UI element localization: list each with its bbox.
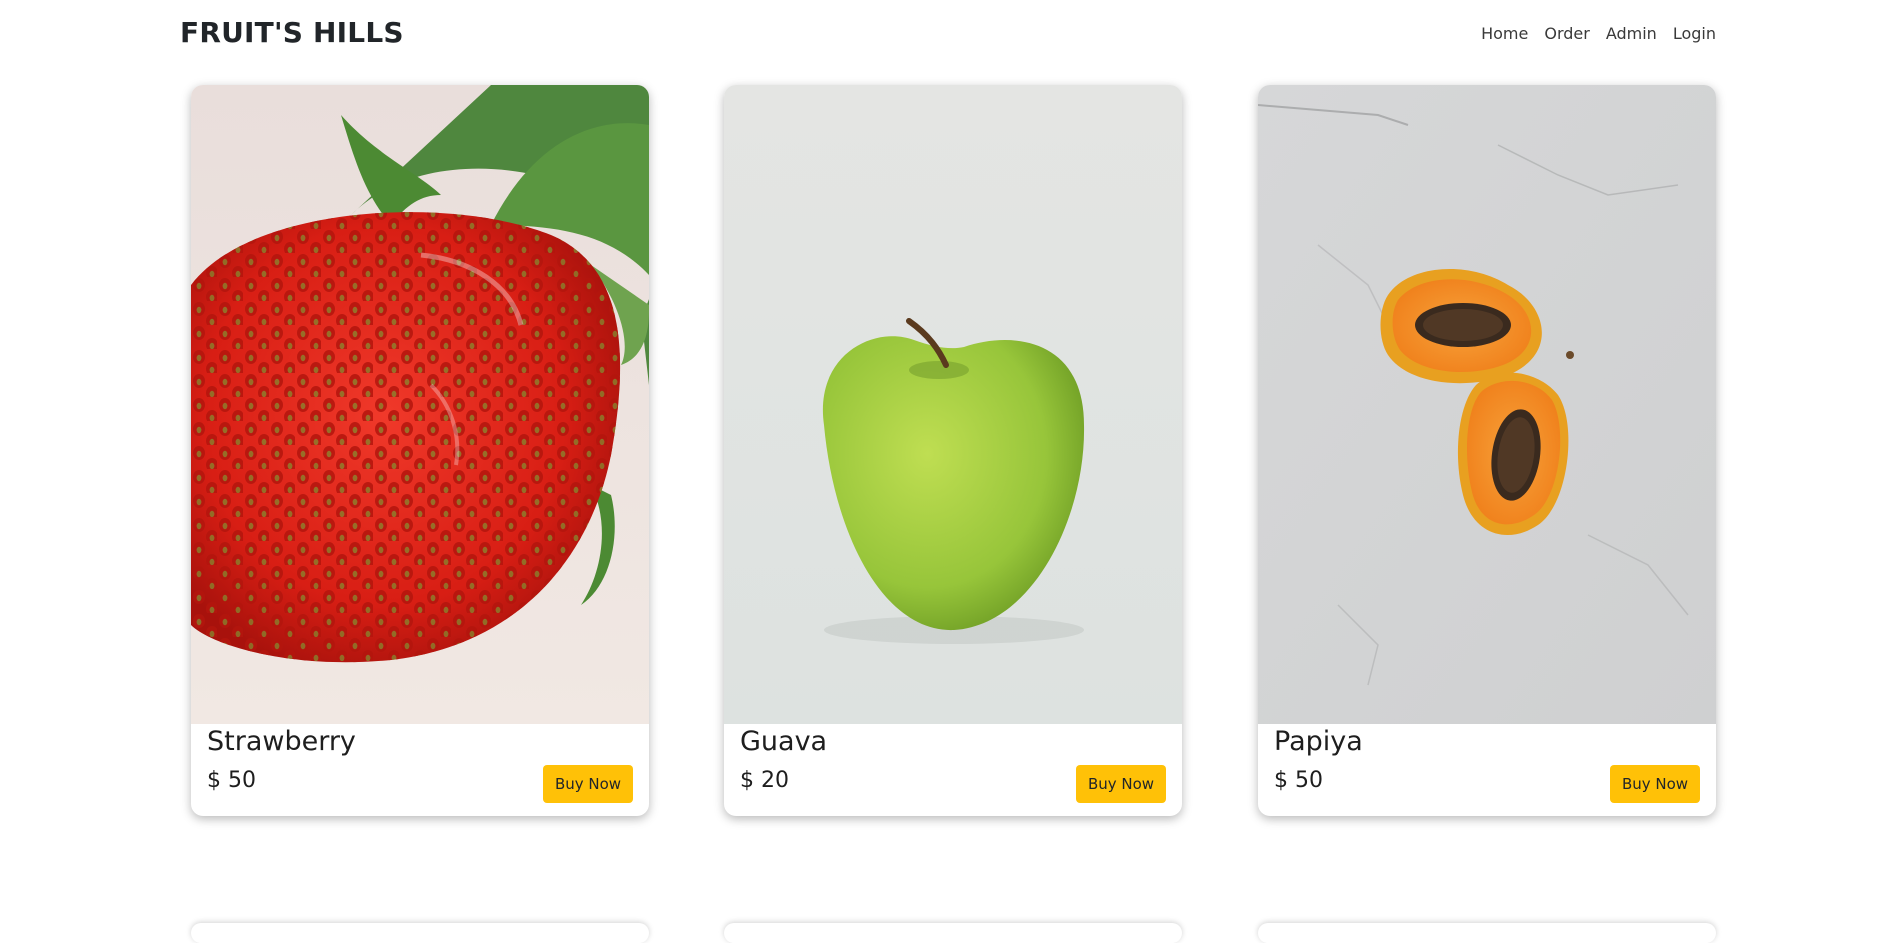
nav-home-link[interactable]: Home — [1481, 24, 1528, 43]
product-name: Guava — [740, 726, 828, 757]
product-price: $ 20 — [740, 768, 789, 793]
product-name: Strawberry — [207, 726, 356, 757]
product-price: $ 50 — [1274, 768, 1323, 793]
navbar: FRUIT'S HILLS Home Order Admin Login — [0, 0, 1899, 70]
product-price: $ 50 — [207, 768, 256, 793]
product-image-guava — [724, 85, 1182, 724]
product-image-strawberry — [191, 85, 649, 724]
product-card-guava: Guava $ 20 Buy Now — [724, 85, 1182, 816]
nav-admin-link[interactable]: Admin — [1606, 24, 1657, 43]
buy-now-button[interactable]: Buy Now — [1610, 765, 1700, 803]
product-card-next-row — [191, 923, 649, 943]
product-card-next-row — [724, 923, 1182, 943]
nav-login-link[interactable]: Login — [1673, 24, 1716, 43]
nav-links: Home Order Admin Login — [1481, 24, 1716, 43]
buy-now-button[interactable]: Buy Now — [543, 765, 633, 803]
nav-order-link[interactable]: Order — [1544, 24, 1589, 43]
brand-logo[interactable]: FRUIT'S HILLS — [180, 16, 404, 49]
product-card-next-row — [1258, 923, 1716, 943]
product-card-papiya: Papiya $ 50 Buy Now — [1258, 85, 1716, 816]
product-image-papiya — [1258, 85, 1716, 724]
buy-now-button[interactable]: Buy Now — [1076, 765, 1166, 803]
product-name: Papiya — [1274, 726, 1363, 757]
product-card-strawberry: Strawberry $ 50 Buy Now — [191, 85, 649, 816]
